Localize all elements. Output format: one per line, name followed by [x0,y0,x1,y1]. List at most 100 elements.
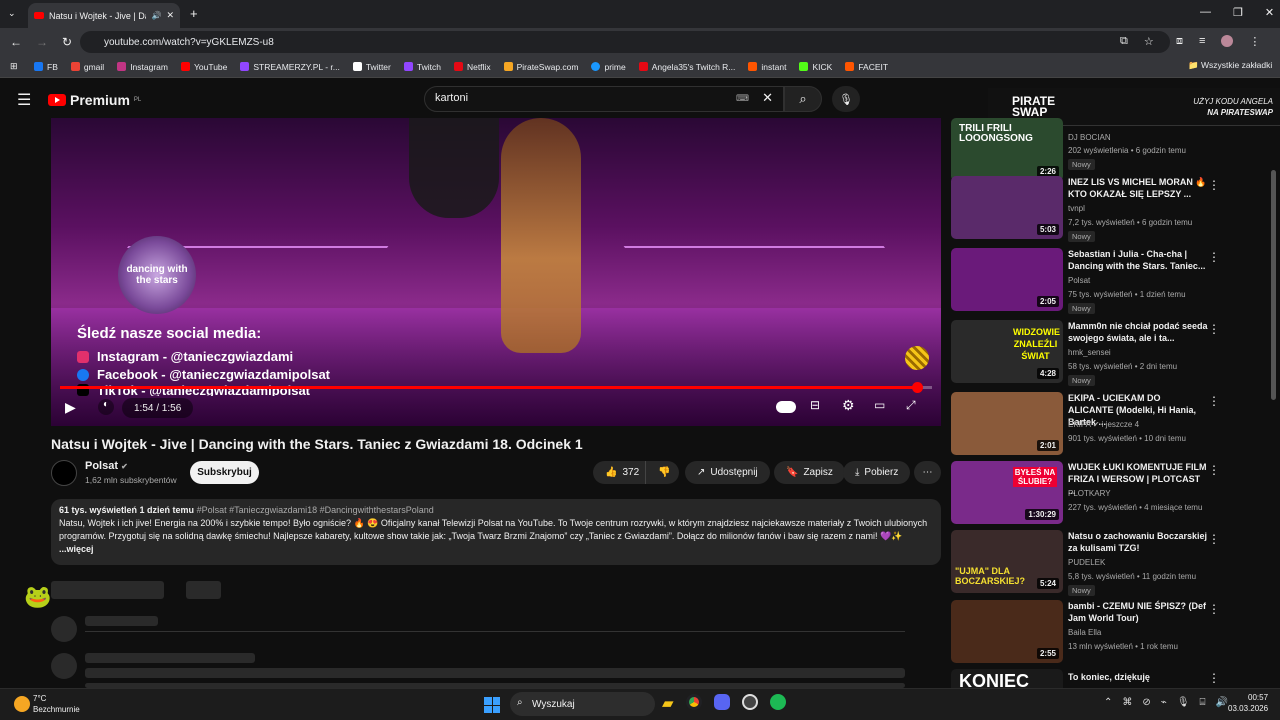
minimize-icon[interactable]: — [1200,6,1211,19]
tab-audio-icon[interactable]: 🔊 [151,11,161,20]
like-button[interactable]: 👍 372 [593,461,645,484]
gamepad-icon[interactable]: ⌘ [1122,697,1132,708]
channel-name[interactable]: EKIPA ✔ i jeszcze 4 [1068,420,1139,429]
channel-name[interactable]: PLOTKARY [1068,489,1111,498]
microphone-icon[interactable]: 🎙 [1177,697,1190,708]
tab-close-icon[interactable]: ✕ [166,10,174,21]
windows-start-icon[interactable] [484,697,500,713]
search-button[interactable]: ⌕ [784,86,822,112]
settings-gear-icon[interactable]: ⚙ [842,397,855,414]
more-options-icon[interactable]: ⋮ [1208,322,1220,336]
chrome-icon[interactable] [685,694,702,710]
bookmark-fb[interactable]: FB [34,62,58,72]
system-clock[interactable]: 00:57 03.03.2026 [1228,692,1268,714]
bookmark-star-icon[interactable]: ☆ [1144,35,1154,48]
video-thumbnail[interactable]: 2:01 [951,392,1063,455]
weather-widget[interactable]: 7°C Bezchmurnie [33,693,80,715]
bookmark-youtube[interactable]: YouTube [180,62,227,72]
recommended-video[interactable]: BYŁEŚ NA ŚLUBIE? 1:30:29 WUJEK ŁUKI KOME… [950,461,1230,527]
channel-name[interactable]: PUDELEK [1068,558,1105,567]
channel-avatar[interactable] [51,460,77,486]
show-more-link[interactable]: ...więcej [59,544,94,554]
bookmark-prime[interactable]: prime [591,62,626,72]
subtitles-icon[interactable]: ⊟ [810,398,820,412]
recommended-video[interactable]: TRILI FRILI LOOONGSONG 2:26 DJ BOCIAN 20… [950,118,1230,184]
more-actions-button[interactable]: ⋯ [914,461,941,484]
bookmark-netflix[interactable]: Netflix [453,62,491,72]
volume-icon[interactable]: ◐ [98,399,114,415]
usb-icon[interactable]: ⌁ [1161,697,1167,708]
video-title[interactable]: Sebastian i Julia - Cha-cha | Dancing wi… [1068,248,1208,272]
bookmark-angela-twitch[interactable]: Angela35's Twitch R... [638,62,735,72]
bookmark-instagram[interactable]: Instagram [117,62,168,72]
keyboard-icon[interactable]: ⌨ [736,93,749,104]
extensions-icon[interactable]: ⧈ [1176,35,1183,48]
fullscreen-icon[interactable]: ⤢ [906,398,916,413]
more-options-icon[interactable]: ⋮ [1208,671,1220,685]
recommended-video[interactable]: "UJMA" DLA BOCZARSKIEJ? 5:24 Natsu o zac… [950,530,1230,596]
video-title[interactable]: INEZ LIS VS MICHEL MORAN 🔥 KTO OKAZAŁ SI… [1068,176,1208,200]
share-button[interactable]: ↗ Udostępnij [685,461,770,484]
recommended-video[interactable]: WIDZOWIE ZNALEŹLI ŚWIAT 4:28 Mamm0n nie … [950,320,1230,386]
channel-name[interactable]: tvnpl [1068,204,1085,213]
video-thumbnail[interactable]: WIDZOWIE ZNALEŹLI ŚWIAT 4:28 [951,320,1063,383]
channel-name[interactable]: hmk_sensei [1068,348,1111,357]
scrollbar-thumb[interactable] [1271,170,1276,400]
bookmark-pirateswap[interactable]: PirateSwap.com [503,62,578,72]
theater-mode-icon[interactable]: ▭ [874,398,885,412]
more-options-icon[interactable]: ⋮ [1208,394,1220,408]
tray-overflow-icon[interactable]: ⌃ [1104,697,1112,708]
back-icon[interactable]: ← [10,35,22,49]
bookmark-kick[interactable]: KICK [799,62,832,72]
description-box[interactable]: 61 tys. wyświetleń 1 dzień temu #Polsat … [51,499,941,565]
weather-icon[interactable] [14,696,30,712]
more-options-icon[interactable]: ⋮ [1208,178,1220,192]
recommended-video[interactable]: 2:55 bambi - CZEMU NIE ŚPISZ? (Def Jam W… [950,600,1230,666]
recommended-video[interactable]: 2:05 Sebastian i Julia - Cha-cha | Danci… [950,248,1230,314]
video-thumbnail[interactable]: TRILI FRILI LOOONGSONG 2:26 [951,118,1063,181]
browser-tab[interactable]: Natsu i Wojtek - Jive | Danc 🔊 ✕ [28,3,180,28]
clear-search-icon[interactable]: ✕ [762,90,773,106]
recommended-video[interactable]: KONIEC To koniec, dziękuję ⋮ [950,669,1230,688]
voice-search-button[interactable]: 🎙 [832,86,860,112]
bookmark-streamerzy[interactable]: STREAMERZY.PL - r... [240,62,340,72]
hamburger-menu-icon[interactable]: ☰ [17,90,31,110]
new-tab-icon[interactable]: + [190,6,198,21]
dislike-button[interactable]: 👎 [645,461,679,484]
play-icon[interactable]: ▶ [65,399,76,416]
channel-name[interactable]: Baila Ella [1068,628,1101,637]
autoplay-toggle[interactable] [776,401,796,413]
save-button[interactable]: 🔖 Zapisz [774,461,845,484]
more-options-icon[interactable]: ⋮ [1208,463,1220,477]
media-icon[interactable]: ≡ [1199,35,1205,48]
restore-icon[interactable]: ❐ [1233,6,1243,19]
bookmark-twitter[interactable]: Twitter [352,62,391,72]
more-options-icon[interactable]: ⋮ [1208,602,1220,616]
tab-list-icon[interactable]: ⌄ [8,8,16,19]
progress-bar[interactable] [60,386,918,389]
video-title[interactable]: Mamm0n nie chciał podać seeda swojego św… [1068,320,1208,344]
video-thumbnail[interactable]: 2:55 [951,600,1063,663]
bookmark-gmail[interactable]: gmail [70,62,104,72]
video-thumbnail[interactable]: 2:05 [951,248,1063,311]
bookmark-faceit[interactable]: FACEIT [845,62,888,72]
install-app-icon[interactable]: ⧉ [1120,35,1128,48]
video-thumbnail[interactable]: BYŁEŚ NA ŚLUBIE? 1:30:29 [951,461,1063,524]
youtube-premium-logo[interactable]: Premium PL [48,92,141,108]
forward-icon[interactable]: → [36,35,48,49]
menu-icon[interactable]: ⋮ [1249,35,1260,48]
channel-name[interactable]: Polsat ✔ [85,460,128,472]
search-input[interactable]: kartoni ⌨ ✕ [424,86,784,112]
video-title[interactable]: To koniec, dziękuję [1068,671,1208,683]
description-tags[interactable]: #Polsat #Tanieczgwiazdami18 #Dancingwith… [197,505,434,515]
obs-icon[interactable] [741,694,758,710]
discord-icon[interactable] [713,694,730,710]
network-icon[interactable]: ⌸ [1200,697,1206,708]
recommended-video[interactable]: 5:03 INEZ LIS VS MICHEL MORAN 🔥 KTO OKAZ… [950,176,1230,242]
apps-grid-icon[interactable]: ⊞ [10,61,18,72]
address-bar[interactable]: youtube.com/watch?v=yGKLEMZS-u8 [80,31,1170,53]
video-thumbnail[interactable]: 5:03 [951,176,1063,239]
more-options-icon[interactable]: ⋮ [1208,532,1220,546]
video-title[interactable]: Natsu o zachowaniu Boczarskiej za kulisa… [1068,530,1208,554]
channel-name[interactable]: DJ BOCIAN [1068,133,1111,142]
